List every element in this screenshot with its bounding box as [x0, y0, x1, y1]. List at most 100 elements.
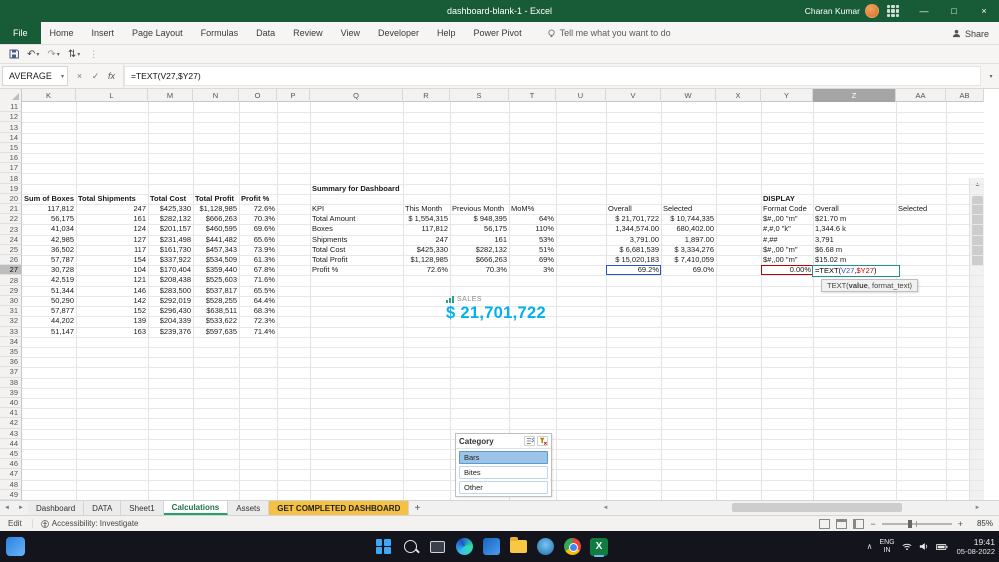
formula-input[interactable]: =TEXT(V27,$Y27) — [124, 66, 981, 86]
tab-scroll-left-icon[interactable]: ◄ — [0, 501, 14, 515]
row-header-18[interactable]: 18 — [0, 173, 22, 184]
slicer-item-other[interactable]: Other — [459, 481, 548, 494]
ribbon-tab-power-pivot[interactable]: Power Pivot — [465, 22, 531, 44]
database-app-icon[interactable] — [534, 536, 556, 558]
close-button[interactable]: × — [969, 0, 999, 22]
row-header-31[interactable]: 31 — [0, 306, 22, 317]
name-box[interactable]: AVERAGE ▾ — [2, 66, 68, 86]
editing-cell-z27[interactable]: =TEXT(V27, $Y27) — [812, 264, 900, 277]
redo-button[interactable]: ↷ ▾ — [44, 46, 62, 62]
share-button[interactable]: Share — [952, 22, 989, 45]
row-header-12[interactable]: 12 — [0, 112, 22, 123]
row-header-34[interactable]: 34 — [0, 336, 22, 347]
cell-o33[interactable]: 71.4% — [239, 327, 277, 338]
ribbon-tab-help[interactable]: Help — [428, 22, 465, 44]
column-header-aa[interactable]: AA — [896, 89, 946, 102]
cell-r27[interactable]: 72.6% — [403, 265, 450, 276]
row-header-16[interactable]: 16 — [0, 153, 22, 164]
page-layout-view-icon[interactable] — [836, 518, 848, 529]
ribbon-display-options-icon[interactable] — [887, 5, 899, 17]
volume-icon[interactable] — [919, 542, 929, 551]
chrome-icon[interactable] — [561, 536, 583, 558]
ribbon-tab-developer[interactable]: Developer — [369, 22, 428, 44]
horizontal-scrollbar[interactable]: ◄ ► — [599, 501, 984, 514]
cell-s27[interactable]: 70.3% — [450, 265, 509, 276]
insert-function-icon[interactable]: fx — [104, 68, 119, 84]
cell-t27[interactable]: 3% — [509, 265, 556, 276]
clear-filter-icon[interactable] — [537, 436, 548, 446]
column-header-q[interactable]: Q — [310, 89, 403, 102]
row-header-39[interactable]: 39 — [0, 387, 22, 398]
app-icon-blue[interactable] — [480, 536, 502, 558]
row-header-35[interactable]: 35 — [0, 346, 22, 358]
row-header-14[interactable]: 14 — [0, 132, 22, 143]
sheet-tab-sheet1[interactable]: Sheet1 — [121, 501, 164, 515]
row-header-28[interactable]: 28 — [0, 275, 22, 286]
row-header-40[interactable]: 40 — [0, 397, 22, 409]
row-header-44[interactable]: 44 — [0, 438, 22, 449]
scroll-left-icon[interactable]: ◄ — [599, 505, 612, 511]
category-slicer[interactable]: Category Bars Bites Other — [455, 433, 552, 497]
search-icon[interactable] — [399, 536, 421, 558]
ribbon-tab-formulas[interactable]: Formulas — [192, 22, 248, 44]
start-button[interactable] — [372, 536, 394, 558]
zoom-in-icon[interactable]: + — [958, 519, 963, 529]
row-header-32[interactable]: 32 — [0, 316, 22, 327]
ribbon-tab-review[interactable]: Review — [284, 22, 332, 44]
new-sheet-button[interactable]: + — [409, 501, 425, 515]
column-header-x[interactable]: X — [716, 89, 761, 102]
row-header-49[interactable]: 49 — [0, 489, 22, 500]
column-header-m[interactable]: M — [148, 89, 193, 102]
cell-m33[interactable]: $239,376 — [148, 327, 193, 338]
edge-icon[interactable] — [453, 536, 475, 558]
horizontal-scroll-thumb[interactable] — [732, 503, 902, 512]
column-header-p[interactable]: P — [277, 89, 310, 102]
column-header-ab[interactable]: AB — [946, 89, 984, 102]
excel-taskbar-icon[interactable]: X — [588, 536, 610, 558]
enter-icon[interactable]: ✓ — [88, 68, 103, 84]
row-header-27[interactable]: 27 — [0, 265, 22, 276]
select-all-corner[interactable] — [0, 89, 22, 102]
widgets-icon[interactable] — [6, 537, 25, 556]
network-icon[interactable] — [902, 542, 912, 551]
tab-scroll-right-icon[interactable]: ► — [14, 501, 28, 515]
sort-button[interactable]: ⇅ ▾ — [65, 46, 83, 62]
name-box-dropdown-icon[interactable]: ▾ — [61, 73, 67, 80]
file-explorer-icon[interactable] — [507, 536, 529, 558]
row-header-11[interactable]: 11 — [0, 102, 22, 113]
row-header-24[interactable]: 24 — [0, 234, 22, 245]
qat-customize-icon[interactable]: ⋮ — [85, 49, 102, 60]
cell-q19[interactable]: Summary for Dashboard — [310, 184, 403, 195]
ribbon-tab-home[interactable]: Home — [41, 22, 83, 44]
account-name[interactable]: Charan Kumar — [805, 6, 860, 16]
row-header-30[interactable]: 30 — [0, 295, 22, 307]
cell-k33[interactable]: 51,147 — [22, 327, 76, 338]
zoom-out-icon[interactable]: − — [870, 519, 875, 529]
ribbon-tab-insert[interactable]: Insert — [83, 22, 124, 44]
undo-button[interactable]: ↶ ▾ — [24, 46, 42, 62]
maximize-button[interactable]: □ — [939, 0, 969, 22]
zoom-level[interactable]: 85% — [969, 519, 993, 528]
row-header-25[interactable]: 25 — [0, 244, 22, 256]
cell-q27[interactable]: Profit % — [310, 265, 403, 276]
column-header-s[interactable]: S — [450, 89, 509, 102]
row-header-37[interactable]: 37 — [0, 367, 22, 378]
column-header-o[interactable]: O — [239, 89, 277, 102]
row-header-19[interactable]: 19 — [0, 183, 22, 194]
sheet-tab-data[interactable]: DATA — [84, 501, 122, 515]
expand-formula-bar-icon[interactable]: ▾ — [983, 64, 999, 88]
clock[interactable]: 19:41 05-08-2022 — [957, 537, 995, 556]
ribbon-tab-view[interactable]: View — [332, 22, 369, 44]
zoom-slider[interactable] — [881, 519, 952, 528]
row-header-43[interactable]: 43 — [0, 428, 22, 439]
row-header-29[interactable]: 29 — [0, 285, 22, 296]
slicer-item-bars[interactable]: Bars — [459, 451, 548, 464]
row-header-46[interactable]: 46 — [0, 459, 22, 470]
ribbon-tab-page-layout[interactable]: Page Layout — [123, 22, 192, 44]
slicer-item-bites[interactable]: Bites — [459, 466, 548, 479]
avatar[interactable] — [865, 4, 879, 18]
sheet-tab-dashboard[interactable]: Dashboard — [28, 501, 85, 515]
row-header-26[interactable]: 26 — [0, 255, 22, 266]
scroll-right-icon[interactable]: ► — [971, 505, 984, 511]
column-header-z[interactable]: Z — [813, 89, 896, 102]
